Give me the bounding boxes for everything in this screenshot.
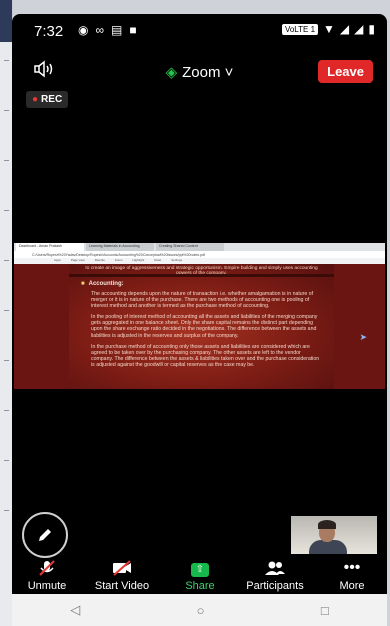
start-video-label: Start Video — [94, 580, 150, 592]
share-icon: ⇧ — [165, 559, 235, 577]
slide-heading: ■ Accounting: — [81, 281, 124, 287]
status-time: 7:32 — [34, 23, 64, 40]
strip-tick — [4, 460, 9, 461]
strip-tick — [4, 310, 9, 311]
participants-icon — [240, 559, 310, 577]
browser-tab: Learning Materials in Accounting — [86, 243, 154, 251]
slide-divider — [69, 274, 334, 277]
more-button[interactable]: ••• More — [317, 559, 387, 592]
bullet-icon: ■ — [81, 281, 85, 287]
self-video-thumbnail[interactable] — [291, 516, 377, 554]
chevron-down-icon: ˅ — [224, 64, 234, 81]
browser-chrome: Dashboard - Aman Prakash Learning Materi… — [14, 243, 385, 264]
participants-button[interactable]: Participants — [240, 559, 310, 592]
unmute-label: Unmute — [27, 580, 67, 592]
strip-tick — [4, 110, 9, 111]
voicemail-icon: ∞ — [95, 23, 105, 37]
back-nav-icon[interactable]: ◁ — [70, 602, 80, 618]
status-right: VoLTE 1 ▼ ◢ ◢ ▮ — [281, 22, 375, 36]
browser-tab: Creating Shared Content — [156, 243, 224, 251]
slide-paragraph: In the purchase method of accounting onl… — [91, 343, 320, 368]
android-nav-bar: ◁ ○ □ — [12, 594, 387, 626]
pencil-icon — [39, 529, 51, 541]
more-dots-icon: ••• — [343, 559, 361, 576]
home-nav-icon[interactable]: ○ — [197, 603, 205, 618]
video-icon: ■ — [129, 23, 137, 37]
background-window-header — [0, 0, 12, 42]
status-bar: 7:32 ◉ ∞ ▤ ■ VoLTE 1 ▼ ◢ ◢ ▮ — [12, 14, 387, 46]
slide-area: to create an image of aggressiveness and… — [14, 264, 385, 389]
battery-icon: ▮ — [368, 22, 375, 36]
presentation-slide: to create an image of aggressiveness and… — [69, 264, 334, 389]
shield-icon: ◈ — [165, 64, 178, 81]
more-label: More — [339, 580, 365, 592]
strip-tick — [4, 160, 9, 161]
signal-icon-2: ◢ — [354, 22, 364, 36]
recents-nav-icon[interactable]: □ — [321, 603, 329, 618]
strip-tick — [4, 210, 9, 211]
participant-shirt — [309, 540, 347, 554]
phone-screen: 7:32 ◉ ∞ ▤ ■ VoLTE 1 ▼ ◢ ◢ ▮ ◈Zoom ˅ Le — [12, 14, 387, 626]
image-icon: ▤ — [111, 23, 123, 37]
browser-tab: Dashboard - Aman Prakash — [16, 243, 84, 251]
participants-label: Participants — [246, 580, 304, 592]
strip-tick — [4, 360, 9, 361]
recording-badge: ● REC — [26, 91, 69, 108]
slide-paragraph: The accounting depends upon the nature o… — [91, 291, 314, 310]
participant-hair — [318, 520, 336, 529]
record-dot-icon: ● — [32, 94, 39, 105]
annotate-button[interactable] — [22, 512, 68, 558]
rec-label: REC — [41, 94, 63, 105]
video-off-icon — [87, 559, 157, 577]
address-bar: C:/Users/Rupesh%20Yadav/Desktop/Rupesh/A… — [14, 251, 385, 258]
strip-tick — [4, 260, 9, 261]
share-button[interactable]: ⇧ Share — [165, 559, 235, 592]
meeting-topbar: ◈ Zoom ˅ Leave — [12, 54, 387, 88]
start-video-button[interactable]: Start Video — [87, 559, 157, 592]
slide-heading-text: Accounting: — [88, 281, 124, 287]
shared-screen: Dashboard - Aman Prakash Learning Materi… — [14, 243, 385, 389]
signal-icon: ◢ — [339, 22, 350, 36]
meeting-toolbar: Unmute Start Video ⇧ Share Participants … — [12, 559, 387, 599]
volte-badge: VoLTE 1 — [281, 23, 319, 35]
browser-tabs: Dashboard - Aman Prakash Learning Materi… — [14, 243, 385, 251]
strip-tick — [4, 60, 9, 61]
message-icon: ◉ — [78, 23, 89, 37]
mouse-cursor-icon: ➤ — [359, 332, 367, 342]
slide-paragraph: In the pooling of interest method of acc… — [91, 314, 318, 339]
unmute-button[interactable]: Unmute — [12, 559, 82, 592]
leave-button[interactable]: Leave — [318, 60, 373, 83]
meeting-title: Zoom — [182, 64, 221, 81]
strip-tick — [4, 410, 9, 411]
share-label: Share — [185, 580, 215, 592]
strip-tick — [4, 510, 9, 511]
address-text: C:/Users/Rupesh%20Yadav/Desktop/Rupesh/A… — [32, 252, 205, 257]
mic-muted-icon — [12, 559, 82, 577]
slide-body: The accounting depends upon the nature o… — [91, 291, 324, 373]
wifi-icon: ▼ — [323, 22, 335, 36]
notification-icons: ◉ ∞ ▤ ■ — [78, 23, 137, 37]
